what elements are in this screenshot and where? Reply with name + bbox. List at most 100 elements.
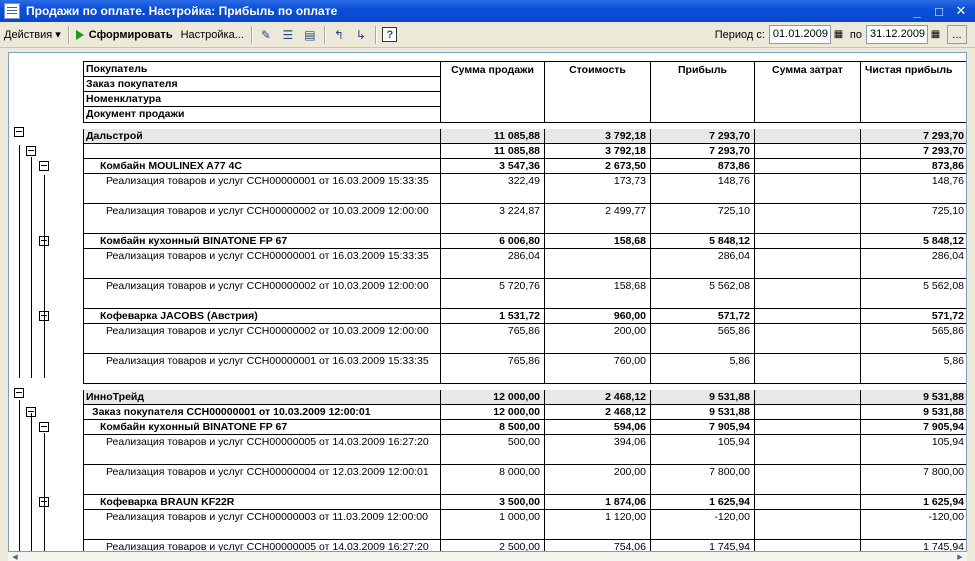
cell-cost: 3 792,18: [545, 129, 651, 143]
row-label: Кофеварка BRAUN KF22R: [83, 495, 441, 509]
window-title: Продажи по оплате. Настройка: Прибыль по…: [26, 4, 338, 18]
table-row[interactable]: Комбайн кухонный BINATONE FP 67 6 006,80 1…: [83, 234, 966, 249]
table-row[interactable]: ИнноТрейд 12 000,00 2 468,12 9 531,88 9 531,…: [83, 390, 966, 405]
row-label: Кофеварка JACOBS (Австрия): [83, 309, 441, 323]
collapse-node-icon[interactable]: [14, 127, 24, 137]
cell-cost: 1 120,00: [545, 510, 651, 539]
cell-expenses: [755, 324, 861, 353]
collapse-node-icon[interactable]: [39, 422, 49, 432]
table-row[interactable]: Реализация товаров и услуг ССН00000002 о…: [83, 324, 966, 354]
table-row[interactable]: Кофеварка BRAUN KF22R 3 500,00 1 874,06 1 6…: [83, 495, 966, 510]
cell-profit: 1 745,94: [651, 540, 755, 551]
collapse-node-icon[interactable]: [26, 146, 36, 156]
cell-expenses: [755, 540, 861, 551]
cell-sales: 12 000,00: [441, 390, 545, 404]
table-row[interactable]: Реализация товаров и услуг ССН00000001 о…: [83, 354, 966, 384]
scroll-right-icon[interactable]: ▶: [953, 552, 967, 561]
cell-profit: 7 905,94: [651, 420, 755, 434]
table-row[interactable]: Комбайн MOULINEX A77 4C 3 547,36 2 673,50 8…: [83, 159, 966, 174]
cell-expenses: [755, 510, 861, 539]
table-icon[interactable]: ▤: [299, 25, 321, 45]
grouping-header-buyer: Покупатель: [84, 62, 440, 77]
generate-button[interactable]: Сформировать: [72, 25, 177, 45]
close-button[interactable]: ✕: [951, 2, 971, 20]
table-row[interactable]: Дальстрой 11 085,88 3 792,18 7 293,70 7 293,…: [83, 129, 966, 144]
cell-net-profit: 1 745,94: [923, 541, 964, 552]
scroll-left-icon[interactable]: ◀: [8, 552, 22, 561]
cell-cost: 1 874,06: [545, 495, 651, 509]
table-row[interactable]: 11 085,88 3 792,18 7 293,70 7 293,70: [83, 144, 966, 159]
minimize-button[interactable]: _: [907, 2, 927, 20]
cell-expenses: [755, 420, 861, 434]
cell-cost: 158,68: [545, 234, 651, 248]
cell-expenses: [755, 159, 861, 173]
row-label: Реализация товаров и услуг ССН00000004 о…: [83, 465, 441, 494]
cell-sales: 286,04: [441, 249, 545, 278]
cell-cost: 173,73: [545, 174, 651, 203]
maximize-button[interactable]: □: [929, 2, 949, 20]
cell-cost: 760,00: [545, 354, 651, 383]
cell-profit: 148,76: [651, 174, 755, 203]
row-label: Реализация товаров и услуг ССН00000005 о…: [83, 435, 441, 464]
table-row[interactable]: Кофеварка JACOBS (Австрия) 1 531,72 960,00…: [83, 309, 966, 324]
grouping-tree: [9, 53, 83, 551]
cell-profit: 7 800,00: [651, 465, 755, 494]
table-row[interactable]: Реализация товаров и услуг ССН00000002 о…: [83, 279, 966, 309]
period-to-input[interactable]: 31.12.2009: [866, 25, 928, 44]
collapse-node-icon[interactable]: [39, 161, 49, 171]
table-row[interactable]: Реализация товаров и услуг ССН00000001 о…: [83, 174, 966, 204]
column-header-profit: Прибыль: [651, 62, 755, 122]
toolbar-separator: [250, 25, 252, 44]
table-row[interactable]: Реализация товаров и услуг ССН00000002 о…: [83, 204, 966, 234]
cell-net-profit: 1 625,94: [923, 496, 964, 508]
settings-button[interactable]: Настройка...: [177, 25, 248, 45]
report-window: Продажи по оплате. Настройка: Прибыль по…: [0, 0, 975, 561]
cell-net-profit: 9 531,88: [923, 391, 964, 403]
table-row[interactable]: Реализация товаров и услуг ССН00000004 о…: [83, 465, 966, 495]
table-row[interactable]: Реализация товаров и услуг ССН00000005 о…: [83, 435, 966, 465]
cell-profit: 5,86: [651, 354, 755, 383]
table-row[interactable]: Реализация товаров и услуг ССН00000005 о…: [83, 540, 966, 552]
cell-expenses: [755, 495, 861, 509]
column-header-sales: Сумма продажи: [441, 62, 545, 122]
cell-cost: 3 792,18: [545, 144, 651, 158]
table-row[interactable]: Комбайн кухонный BINATONE FP 67 8 500,00 5…: [83, 420, 966, 435]
calendar-to-icon[interactable]: ▦: [928, 25, 943, 44]
edit-settings-icon[interactable]: ✎: [255, 25, 277, 45]
cell-sales: 6 006,80: [441, 234, 545, 248]
actions-menu-button[interactable]: Действия ▾: [0, 25, 65, 45]
collapse-node-icon[interactable]: [14, 388, 24, 398]
row-label: Реализация товаров и услуг ССН00000002 о…: [83, 324, 441, 353]
cell-sales: 3 547,36: [441, 159, 545, 173]
calendar-from-icon[interactable]: ▦: [831, 25, 846, 44]
cell-net-profit: 5,86: [943, 355, 964, 367]
row-label: Реализация товаров и услуг ССН00000001 о…: [83, 354, 441, 383]
report-spreadsheet[interactable]: Покупатель Заказ покупателя Номенклатура…: [8, 52, 967, 552]
table-row[interactable]: Реализация товаров и услуг ССН00000003 о…: [83, 510, 966, 540]
table-row[interactable]: Заказ покупателя ССН00000001 от 10.03.20…: [83, 405, 966, 420]
expand-icon[interactable]: ↰: [328, 25, 350, 45]
cell-cost: 200,00: [545, 465, 651, 494]
cell-expenses: [755, 234, 861, 248]
title-bar[interactable]: Продажи по оплате. Настройка: Прибыль по…: [0, 0, 975, 22]
collapse-icon[interactable]: ↳: [350, 25, 372, 45]
cell-sales: 322,49: [441, 174, 545, 203]
grouping-header: Покупатель Заказ покупателя Номенклатура…: [83, 62, 441, 122]
cell-expenses: [755, 390, 861, 404]
cell-net-profit: 105,94: [931, 436, 964, 448]
period-from-input[interactable]: 01.01.2009: [768, 25, 831, 44]
row-label: Дальстрой: [83, 129, 441, 143]
tree-line: [44, 433, 45, 551]
row-label: [83, 144, 441, 158]
cell-net-profit: 7 293,70: [923, 130, 964, 142]
table-row[interactable]: Реализация товаров и услуг ССН00000001 о…: [83, 249, 966, 279]
groupings-icon[interactable]: ☰: [277, 25, 299, 45]
cell-sales: 765,86: [441, 324, 545, 353]
help-button[interactable]: ?: [379, 25, 401, 45]
cell-profit: 7 293,70: [651, 129, 755, 143]
cell-expenses: [755, 129, 861, 143]
tree-line: [19, 145, 20, 378]
horizontal-scrollbar[interactable]: ◀ ▶: [8, 552, 967, 561]
cell-sales: 3 224,87: [441, 204, 545, 233]
period-select-button[interactable]: ...: [947, 25, 967, 44]
